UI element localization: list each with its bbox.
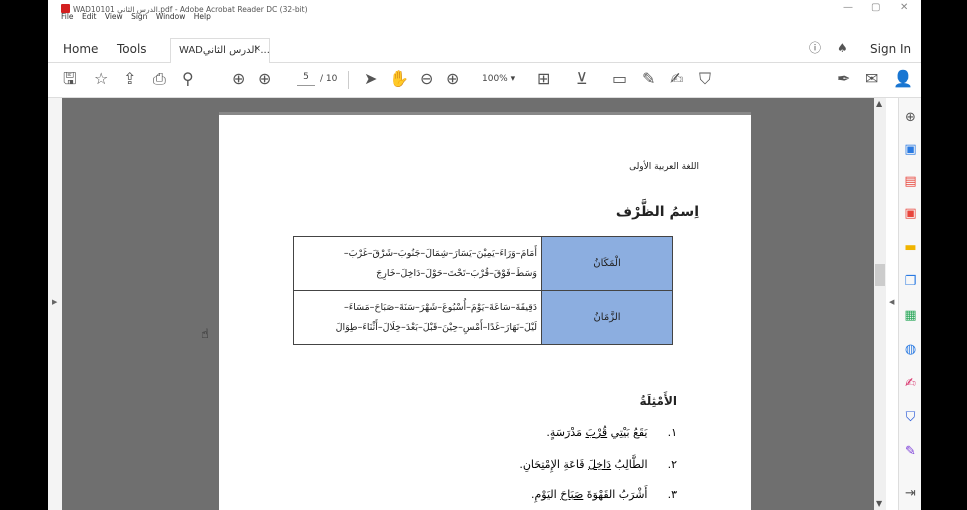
tab-tools[interactable]: Tools <box>117 42 147 56</box>
words-line: وَسَطَ–فَوْقَ–قُرْبَ–تَحْتَ–حَوْلَ–دَاخِ… <box>376 267 537 279</box>
sign-in-button[interactable]: Sign In <box>870 42 911 56</box>
create-pdf-icon[interactable]: ▣ <box>903 142 918 157</box>
example-underlined: قُرْبَ <box>585 426 608 439</box>
document-viewer[interactable]: اللغة العربية الأولى اِسمُ الظَّرْف أَمَ… <box>62 98 874 510</box>
example-number: ٣. <box>667 488 677 501</box>
words-line: لَيْلَ–نَهَارَ–غَدًا–أَمْسِ–حِيْنَ–قَبْل… <box>335 321 537 333</box>
toolbar-separator <box>348 71 349 89</box>
fill-and-sign-icon[interactable]: ✍ <box>903 376 918 391</box>
menu-help[interactable]: Help <box>194 12 211 21</box>
next-page-icon[interactable]: ⊕ <box>258 71 271 87</box>
minimize-button[interactable]: — <box>843 2 853 13</box>
menu-sign[interactable]: Sign <box>131 12 147 21</box>
table-cell-words: أَمَامَ–وَرَاءَ–يَمِيْنَ–يَسَارَ–شِمَالَ… <box>293 236 542 291</box>
table-cell-words: دَقِيقَةَ–سَاعَةَ–يَوْمَ–أُسْبُوعَ–شَهْر… <box>293 290 542 345</box>
zoom-level-dropdown[interactable]: 100% ▾ <box>482 74 515 84</box>
right-panel-toggle[interactable]: ◀ <box>886 98 898 510</box>
search-zoom-icon[interactable]: ⚲ <box>182 71 194 87</box>
expand-left-icon: ▶ <box>52 298 58 306</box>
highlight-pen-icon[interactable]: ✎ <box>642 71 655 87</box>
help-icon[interactable]: ⓘ <box>809 40 821 56</box>
hand-tool-icon[interactable]: ✋ <box>389 71 409 87</box>
bookmark-star-icon[interactable]: ☆ <box>94 71 108 87</box>
example-number: ١. <box>667 426 677 439</box>
page-top-border <box>219 112 751 115</box>
page-title: اِسمُ الظَّرْف <box>615 204 699 220</box>
menu-view[interactable]: View <box>105 12 123 21</box>
menu-file[interactable]: File <box>61 12 74 21</box>
acrobat-window: WAD10101 الدرس الثاني.pdf - Adobe Acroba… <box>48 0 921 510</box>
menu-bar: File Edit View Sign Window Help <box>61 12 217 21</box>
example-item: ٢. الطَّالِبُ دَاخِلَ قَاعَةِ الإِمْتِحَ… <box>519 458 677 471</box>
example-item: ١. يَقَعُ بَيْتِي قُرْبَ مَدْرَسَةٍ. <box>546 426 677 439</box>
previous-page-icon[interactable]: ⊕ <box>232 71 245 87</box>
tab-bar: Home Tools WADالدرس الثاني ... × ⓘ ♠ Sig… <box>48 34 921 63</box>
pdf-page: اللغة العربية الأولى اِسمُ الظَّرْف أَمَ… <box>219 112 751 510</box>
page-fit-icon[interactable]: ⊞ <box>537 71 550 87</box>
draw-sign-icon[interactable]: ✍ <box>670 71 683 87</box>
organize-pages-icon[interactable]: ▤ <box>903 174 918 189</box>
examples-heading: الأَمْثِلَةُ <box>639 394 677 408</box>
comment-icon[interactable]: ▭ <box>612 71 627 87</box>
print-icon[interactable]: ⎙ <box>153 71 166 87</box>
page-total: / 10 <box>320 74 338 84</box>
share-upload-icon[interactable]: ⇪ <box>123 71 136 87</box>
vertical-scrollbar[interactable]: ▲ ▼ <box>874 98 886 510</box>
tools-pane: ⊕ ▣ ▤ ▣ ▬ ❐ ▦ ◍ ✍ ⛉ ✎ ⇥ <box>898 98 921 510</box>
tab-home[interactable]: Home <box>63 42 98 56</box>
notifications-bell-icon[interactable]: ♠ <box>837 40 848 56</box>
scroll-down-icon[interactable]: ▼ <box>876 499 882 508</box>
page-number-input[interactable]: 5 <box>297 72 315 86</box>
table-row: دَقِيقَةَ–سَاعَةَ–يَوْمَ–أُسْبُوعَ–شَهْر… <box>293 290 673 345</box>
table-row: أَمَامَ–وَرَاءَ–يَمِيْنَ–يَسَارَ–شِمَالَ… <box>293 236 673 291</box>
menu-edit[interactable]: Edit <box>82 12 97 21</box>
table-cell-label: الْمَكَانُ <box>541 236 673 291</box>
scrollbar-thumb[interactable] <box>875 264 885 286</box>
example-text: اليَوْمِ. <box>530 488 561 501</box>
example-text: قَاعَةِ الإِمْتِحَانِ. <box>519 458 588 471</box>
scan-ocr-icon[interactable]: ◍ <box>903 342 918 357</box>
export-pdf-icon[interactable]: ▣ <box>903 206 918 221</box>
zoom-level-value: 100% <box>482 74 508 84</box>
tab-close-icon[interactable]: × <box>253 44 261 54</box>
stamp-icon[interactable]: ⛉ <box>699 71 711 87</box>
email-icon[interactable]: ✉ <box>865 71 878 87</box>
maximize-button[interactable]: ▢ <box>871 2 880 13</box>
scroll-mode-icon[interactable]: ⊻ <box>576 71 588 87</box>
example-number: ٢. <box>667 458 677 471</box>
tab-document[interactable]: WADالدرس الثاني ... × <box>170 38 270 63</box>
expand-pane-icon[interactable]: ⇥ <box>903 486 918 501</box>
left-panel-toggle[interactable]: ▶ <box>48 98 63 510</box>
more-tools-pen-icon[interactable]: ✎ <box>903 444 918 459</box>
collapse-right-icon: ◀ <box>889 298 895 306</box>
example-text: يَقَعُ بَيْتِي <box>607 426 648 439</box>
example-underlined: صَبَاحَ <box>560 488 584 501</box>
zoom-out-icon[interactable]: ⊖ <box>420 71 433 87</box>
menu-window[interactable]: Window <box>156 12 186 21</box>
fill-sign-icon[interactable]: ✒ <box>837 71 850 87</box>
page-header: اللغة العربية الأولى <box>629 162 699 172</box>
words-line: أَمَامَ–وَرَاءَ–يَمِيْنَ–يَسَارَ–شِمَالَ… <box>343 247 537 259</box>
example-text: أَشْرَبُ القَهْوَةَ <box>583 488 648 501</box>
save-icon[interactable]: 🖫 <box>63 71 77 87</box>
comment-tool-icon[interactable]: ▬ <box>903 240 918 255</box>
example-item: ٣. أَشْرَبُ القَهْوَةَ صَبَاحَ اليَوْمِ. <box>531 488 677 501</box>
scroll-up-icon[interactable]: ▲ <box>876 99 882 108</box>
zoom-search-icon[interactable]: ⊕ <box>903 110 918 125</box>
combine-files-icon[interactable]: ❐ <box>903 274 918 289</box>
user-share-icon[interactable]: 👤 <box>893 71 913 87</box>
toolbar: 🖫 ☆ ⇪ ⎙ ⚲ ⊕ ⊕ 5 / 10 ➤ ✋ ⊖ ⊕ 100% ▾ ⊞ ⊻ … <box>48 63 921 98</box>
example-text: مَدْرَسَةٍ. <box>546 426 586 439</box>
close-button[interactable]: ✕ <box>900 2 908 13</box>
protect-shield-icon[interactable]: ⛉ <box>903 410 918 425</box>
select-arrow-icon[interactable]: ➤ <box>364 71 377 87</box>
words-line: دَقِيقَةَ–سَاعَةَ–يَوْمَ–أُسْبُوعَ–شَهْر… <box>343 301 537 313</box>
example-text: الطَّالِبُ <box>611 458 648 471</box>
fill-forms-icon[interactable]: ▦ <box>903 308 918 323</box>
adverb-table: أَمَامَ–وَرَاءَ–يَمِيْنَ–يَسَارَ–شِمَالَ… <box>293 236 673 345</box>
hand-cursor-icon: ☝ <box>201 327 209 342</box>
table-cell-label: الزَّمَانُ <box>541 290 673 345</box>
example-underlined: دَاخِلَ <box>587 458 612 471</box>
zoom-in-icon[interactable]: ⊕ <box>446 71 459 87</box>
